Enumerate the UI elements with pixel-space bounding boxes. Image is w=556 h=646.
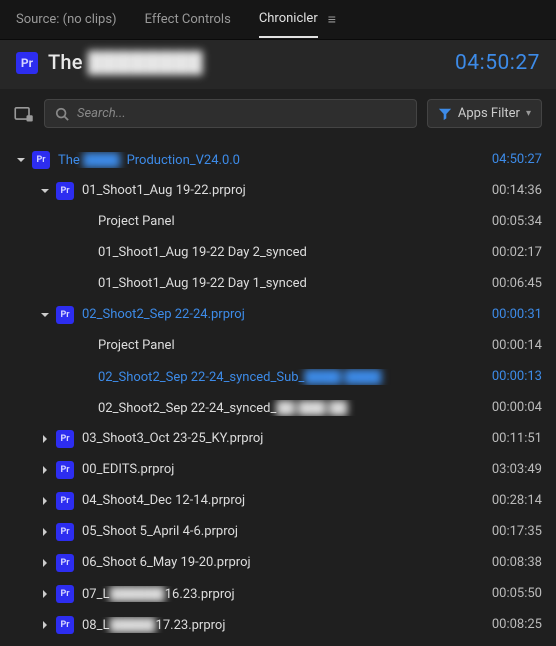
item-label: 06_Shoot 6_May 19-20.prproj bbox=[82, 555, 492, 570]
tree-row[interactable]: Pr 06_Shoot 6_May 19-20.prproj00:08:38 bbox=[14, 547, 542, 578]
filter-icon bbox=[438, 107, 452, 121]
new-item-icon[interactable] bbox=[14, 104, 34, 124]
disclosure-right-icon[interactable] bbox=[38, 463, 52, 477]
item-label: 01_Shoot1_Aug 19-22.prproj bbox=[82, 183, 492, 198]
tree-row[interactable]: Pr 02_Shoot2_Sep 22-24.prproj00:00:31 bbox=[14, 299, 542, 330]
disclosure-right-icon[interactable] bbox=[38, 556, 52, 570]
premiere-project-icon: Pr bbox=[56, 461, 74, 479]
duration-value: 00:00:13 bbox=[492, 369, 542, 384]
item-label: 04_Shoot4_Dec 12-14.prproj bbox=[82, 493, 492, 508]
tree-row[interactable]: Pr 03_Shoot3_Oct 23-25_KY.prproj00:11:51 bbox=[14, 423, 542, 454]
tree-row[interactable]: 02_Shoot2_Sep 22-24_synced_Sub_████ ████… bbox=[14, 361, 542, 392]
disclosure-right-icon[interactable] bbox=[38, 494, 52, 508]
disclosure-right-icon[interactable] bbox=[38, 525, 52, 539]
duration-value: 00:06:45 bbox=[492, 276, 542, 291]
tree-row[interactable]: Project Panel00:05:34 bbox=[14, 206, 542, 237]
duration-value: 00:28:14 bbox=[492, 493, 542, 508]
item-label: 00_EDITS.prproj bbox=[82, 462, 492, 477]
duration-value: 00:05:50 bbox=[492, 586, 542, 601]
duration-value: 00:08:25 bbox=[492, 617, 542, 632]
item-label: 07_L██████16.23.prproj bbox=[82, 586, 492, 602]
premiere-project-icon: Pr bbox=[56, 585, 74, 603]
duration-value: 00:00:04 bbox=[492, 400, 542, 415]
premiere-project-icon: Pr bbox=[56, 523, 74, 541]
duration-value: 00:02:17 bbox=[492, 245, 542, 260]
duration-value: 00:00:31 bbox=[492, 307, 542, 322]
tab-chronicler[interactable]: Chronicler bbox=[259, 1, 318, 38]
tree-row[interactable]: Project Panel00:00:14 bbox=[14, 330, 542, 361]
filter-label: Apps Filter bbox=[458, 106, 520, 121]
project-header: Pr The ████████ 04:50:27 bbox=[0, 40, 556, 89]
redacted-text: ████████ bbox=[88, 50, 203, 75]
duration-value: 00:05:34 bbox=[492, 214, 542, 229]
duration-value: 00:17:35 bbox=[492, 524, 542, 539]
tree-row[interactable]: Pr 00_EDITS.prproj03:03:49 bbox=[14, 454, 542, 485]
premiere-project-icon: Pr bbox=[56, 554, 74, 572]
premiere-project-icon: Pr bbox=[56, 616, 74, 634]
disclosure-right-icon[interactable] bbox=[38, 618, 52, 632]
premiere-project-icon: Pr bbox=[56, 306, 74, 324]
tree-row[interactable]: Pr 04_Shoot4_Dec 12-14.prproj00:28:14 bbox=[14, 485, 542, 516]
disclosure-right-icon[interactable] bbox=[38, 587, 52, 601]
tree-row[interactable]: Pr 07_L██████16.23.prproj00:05:50 bbox=[14, 578, 542, 609]
disclosure-down-icon[interactable] bbox=[38, 308, 52, 322]
duration-value: 00:00:14 bbox=[492, 338, 542, 353]
tree-view: Pr The ████. Production_V24.0.0 04:50:27… bbox=[0, 138, 556, 646]
tree-row[interactable]: 01_Shoot1_Aug 19-22 Day 1_synced00:06:45 bbox=[14, 268, 542, 299]
panel-menu-icon[interactable]: ≡ bbox=[328, 11, 336, 28]
premiere-project-icon: Pr bbox=[56, 430, 74, 448]
search-icon bbox=[55, 107, 69, 121]
tab-source[interactable]: Source: (no clips) bbox=[16, 2, 117, 37]
item-label: 01_Shoot1_Aug 19-22 Day 1_synced bbox=[98, 276, 492, 291]
disclosure-down-icon[interactable] bbox=[38, 184, 52, 198]
redacted-text: ██████ bbox=[109, 586, 164, 602]
item-label: 02_Shoot2_Sep 22-24_synced_██ ███ ██ bbox=[98, 400, 492, 416]
chevron-down-icon: ▾ bbox=[526, 108, 531, 119]
redacted-text: ██ ███ ██ bbox=[276, 400, 347, 416]
duration-value: 00:14:36 bbox=[492, 183, 542, 198]
redacted-text: ████ ████ bbox=[304, 369, 381, 385]
tree-row[interactable]: 02_Shoot2_Sep 22-24_synced_██ ███ ██00:0… bbox=[14, 392, 542, 423]
project-name: The ████. Production_V24.0.0 bbox=[58, 152, 492, 168]
search-box[interactable] bbox=[44, 99, 417, 128]
redacted-text: █████ bbox=[109, 617, 155, 633]
item-label: 02_Shoot2_Sep 22-24_synced_Sub_████ ████ bbox=[98, 369, 492, 385]
redacted-text: ████. bbox=[83, 152, 123, 168]
duration-value: 00:11:51 bbox=[492, 431, 542, 446]
tab-effect-controls[interactable]: Effect Controls bbox=[145, 2, 231, 37]
disclosure-right-icon[interactable] bbox=[38, 432, 52, 446]
item-label: 08_L█████17.23.prproj bbox=[82, 617, 492, 633]
duration-value: 00:08:38 bbox=[492, 555, 542, 570]
duration-value: 04:50:27 bbox=[492, 152, 542, 167]
item-label: 05_Shoot 5_April 4-6.prproj bbox=[82, 524, 492, 539]
total-duration: 04:50:27 bbox=[455, 51, 540, 75]
project-title: The ████████ bbox=[48, 50, 203, 75]
premiere-project-icon: Pr bbox=[32, 151, 50, 169]
item-label: 02_Shoot2_Sep 22-24.prproj bbox=[82, 307, 492, 322]
premiere-project-icon: Pr bbox=[56, 182, 74, 200]
tree-row[interactable]: Pr 01_Shoot1_Aug 19-22.prproj00:14:36 bbox=[14, 175, 542, 206]
toolbar: Apps Filter ▾ bbox=[0, 89, 556, 138]
premiere-app-icon: Pr bbox=[16, 52, 38, 74]
item-label: 01_Shoot1_Aug 19-22 Day 2_synced bbox=[98, 245, 492, 260]
disclosure-down-icon[interactable] bbox=[14, 153, 28, 167]
apps-filter-button[interactable]: Apps Filter ▾ bbox=[427, 99, 542, 128]
premiere-project-icon: Pr bbox=[56, 492, 74, 510]
search-input[interactable] bbox=[77, 106, 406, 121]
item-label: 03_Shoot3_Oct 23-25_KY.prproj bbox=[82, 431, 492, 446]
tree-row[interactable]: 01_Shoot1_Aug 19-22 Day 2_synced00:02:17 bbox=[14, 237, 542, 268]
tree-root[interactable]: Pr The ████. Production_V24.0.0 04:50:27 bbox=[14, 144, 542, 175]
tree-row[interactable]: Pr 05_Shoot 5_April 4-6.prproj00:17:35 bbox=[14, 516, 542, 547]
panel-tabs: Source: (no clips) Effect Controls Chron… bbox=[0, 0, 556, 40]
item-label: Project Panel bbox=[98, 214, 492, 229]
tree-row[interactable]: Pr 08_L█████17.23.prproj00:08:25 bbox=[14, 609, 542, 640]
duration-value: 03:03:49 bbox=[492, 462, 542, 477]
item-label: Project Panel bbox=[98, 338, 492, 353]
